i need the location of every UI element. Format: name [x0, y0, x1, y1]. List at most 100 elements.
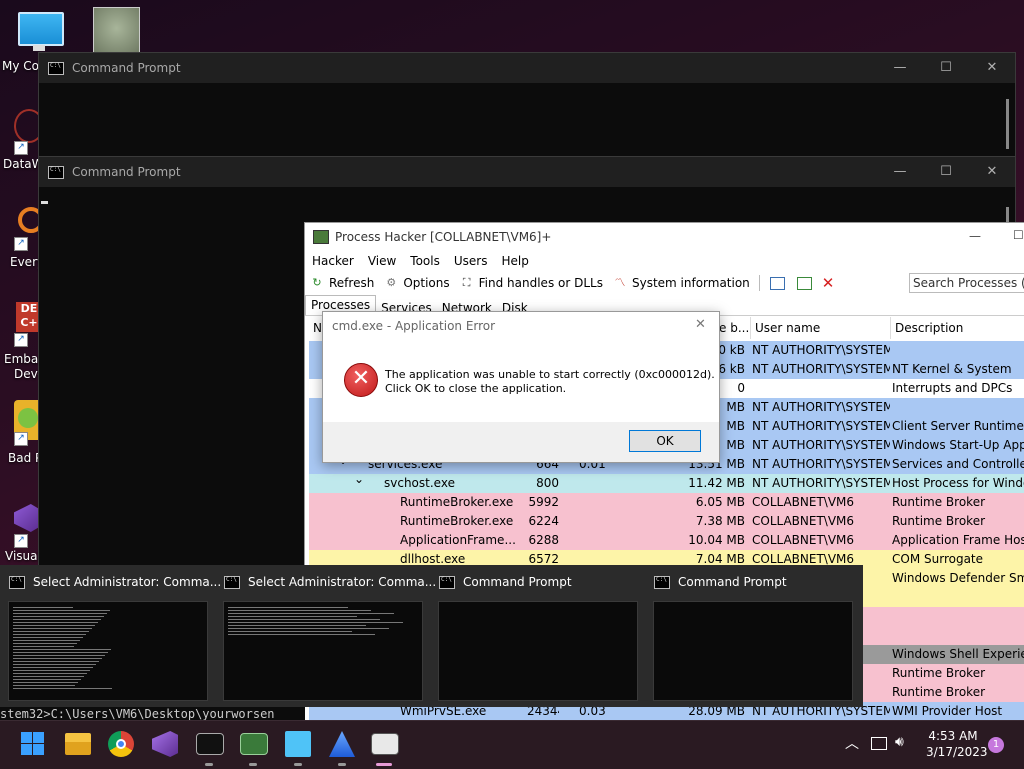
command-prompt-window-back[interactable]: Command Prompt — ☐ ✕ [38, 52, 1016, 158]
graph-icon: 〽 [614, 276, 626, 289]
column-header-description[interactable]: Description [891, 317, 1024, 339]
visual-studio-icon[interactable] [152, 731, 178, 757]
cell-desc: Windows Start-Up Applic [892, 438, 1024, 452]
cell-mem: 6.05 MB [695, 495, 745, 509]
ok-button[interactable]: OK [629, 430, 701, 452]
cell-mem: 10.04 MB [688, 533, 745, 547]
zombie-image-icon[interactable] [93, 7, 140, 54]
thumbnail-text-line [228, 610, 371, 611]
console-text: stem32>C:\Users\VM6\Desktop\yourworsen [0, 707, 275, 721]
task-switcher-item[interactable]: Command Prompt [430, 565, 645, 707]
thumbnail-text-line [13, 643, 77, 644]
cell-user: COLLABNET\VM6 [752, 533, 855, 547]
network-icon[interactable] [871, 737, 887, 750]
process-row[interactable]: RuntimeBroker.exe 5992 6.05 MB COLLABNET\VM… [309, 493, 1024, 512]
thumbnail-text-line [228, 607, 348, 608]
column-header-user-name[interactable]: User name [751, 317, 891, 339]
toolbar-separator [758, 275, 760, 291]
refresh-icon: ↻ [312, 276, 322, 289]
minimize-button[interactable]: — [969, 229, 981, 243]
expand-chevron-icon[interactable]: ⌄ [354, 472, 364, 486]
maximize-button[interactable]: ☐ [1013, 228, 1024, 242]
menu-users[interactable]: Users [447, 254, 495, 268]
shortcut-arrow-icon: ↗ [14, 534, 28, 548]
task-switcher-item[interactable]: Command Prompt [645, 565, 860, 707]
window-thumbnail [223, 601, 423, 701]
cell-user: NT AUTHORITY\SYSTEM [752, 457, 890, 471]
error-message-line1: The application was unable to start corr… [385, 368, 715, 381]
minimize-button[interactable]: — [877, 53, 923, 83]
start-icon[interactable] [20, 731, 46, 757]
task-switcher-item[interactable]: Select Administrator: Comma... [215, 565, 436, 707]
close-button[interactable]: ✕ [969, 157, 1015, 187]
thumbnail-text-line [13, 652, 108, 653]
thumbnail-text-line [13, 664, 96, 665]
close-button[interactable]: ✕ [695, 317, 706, 332]
thumbnail-text-line [228, 619, 380, 620]
title-bar[interactable]: Command Prompt — ☐ ✕ [39, 157, 1015, 187]
cell-user: NT AUTHORITY\SYSTEM [752, 419, 890, 433]
thumbnail-text-line [13, 619, 101, 620]
window-thumbnail [653, 601, 853, 701]
process-row[interactable]: ApplicationFrame... 6288 10.04 MB COLLABNET… [309, 531, 1024, 550]
thumbnail-text-line [13, 679, 81, 680]
monitor-stand [33, 45, 45, 51]
title-bar[interactable]: Command Prompt — ☐ ✕ [39, 53, 1015, 83]
chevron-up-icon[interactable]: ︿ [845, 733, 859, 753]
cell-desc: WMI Provider Host [892, 704, 1003, 718]
notification-badge[interactable]: 1 [988, 737, 1004, 753]
cell-user: NT AUTHORITY\SYSTEM [752, 343, 890, 357]
window-arrow-icon[interactable] [796, 276, 812, 290]
shortcut-arrow-icon: ↗ [14, 333, 28, 347]
thumbnail-text-line [13, 622, 98, 623]
find-handles-button[interactable]: ⛶ Find handles or DLLs [455, 276, 608, 290]
chrome-icon[interactable] [108, 731, 134, 757]
taskbar: ︿ 🔊︎ 4:53 AM 3/17/2023 1 [0, 720, 1024, 769]
file-explorer-icon[interactable] [65, 733, 91, 755]
notepad-icon[interactable] [285, 731, 311, 757]
command-prompt-icon[interactable] [196, 733, 224, 755]
cell-user: NT AUTHORITY\SYSTEM [752, 400, 890, 414]
process-hacker-icon[interactable] [371, 733, 399, 755]
thumbnail-text-line [13, 631, 89, 632]
task-manager-icon[interactable] [240, 733, 268, 755]
application-error-dialog[interactable]: cmd.exe - Application Error ✕ ✕ The appl… [322, 311, 720, 463]
system-information-button[interactable]: 〽 System information [608, 276, 755, 290]
thumbnail-text-line [13, 607, 73, 608]
maximize-button[interactable]: ☐ [923, 53, 969, 83]
menu-hacker[interactable]: Hacker [305, 254, 361, 268]
running-indicator [294, 763, 302, 766]
title-bar[interactable]: Process Hacker [COLLABNET\VM6]+ — ☐ [305, 223, 1024, 251]
thumbnail-text-line [13, 655, 105, 656]
scrollbar[interactable] [1006, 207, 1009, 223]
cell-pid: 6288 [528, 533, 559, 547]
maximize-button[interactable]: ☐ [923, 157, 969, 187]
app-icon[interactable] [329, 731, 355, 757]
menu-help[interactable]: Help [494, 254, 535, 268]
thumbnail-text-line [228, 628, 389, 629]
thumbnail-text-line [13, 625, 95, 626]
command-prompt-icon [48, 61, 64, 75]
cell-name: ApplicationFrame... [400, 533, 516, 547]
process-row[interactable]: svchost.exe 800 11.42 MB NT AUTHORITY\SYSTE… [309, 474, 1024, 493]
task-switcher-item[interactable]: Select Administrator: Comma... [0, 565, 221, 707]
scrollbar[interactable] [1006, 99, 1009, 149]
search-processes-input[interactable]: Search Processes (Ctrl+K) [909, 273, 1024, 293]
options-button[interactable]: ⚙ Options [379, 276, 454, 290]
running-indicator [205, 763, 213, 766]
gear-icon: ⚙ [386, 276, 397, 289]
refresh-button[interactable]: ↻ Refresh [305, 276, 379, 290]
menu-view[interactable]: View [361, 254, 403, 268]
column-header-private-bytes[interactable]: e b... [715, 317, 751, 339]
window-icon[interactable] [769, 276, 785, 290]
close-button[interactable]: ✕ [969, 53, 1015, 83]
process-row[interactable]: RuntimeBroker.exe 6224 7.38 MB COLLABNET\VM… [309, 512, 1024, 531]
minimize-button[interactable]: — [877, 157, 923, 187]
window-thumbnail [438, 601, 638, 701]
command-prompt-icon [9, 575, 25, 589]
cell-desc: Client Server Runtime Pro [892, 419, 1024, 433]
volume-icon[interactable]: 🔊︎ [895, 734, 904, 750]
terminate-icon[interactable]: ✕ [822, 274, 835, 292]
clock[interactable]: 4:53 AM 3/17/2023 [926, 728, 988, 760]
menu-tools[interactable]: Tools [403, 254, 447, 268]
